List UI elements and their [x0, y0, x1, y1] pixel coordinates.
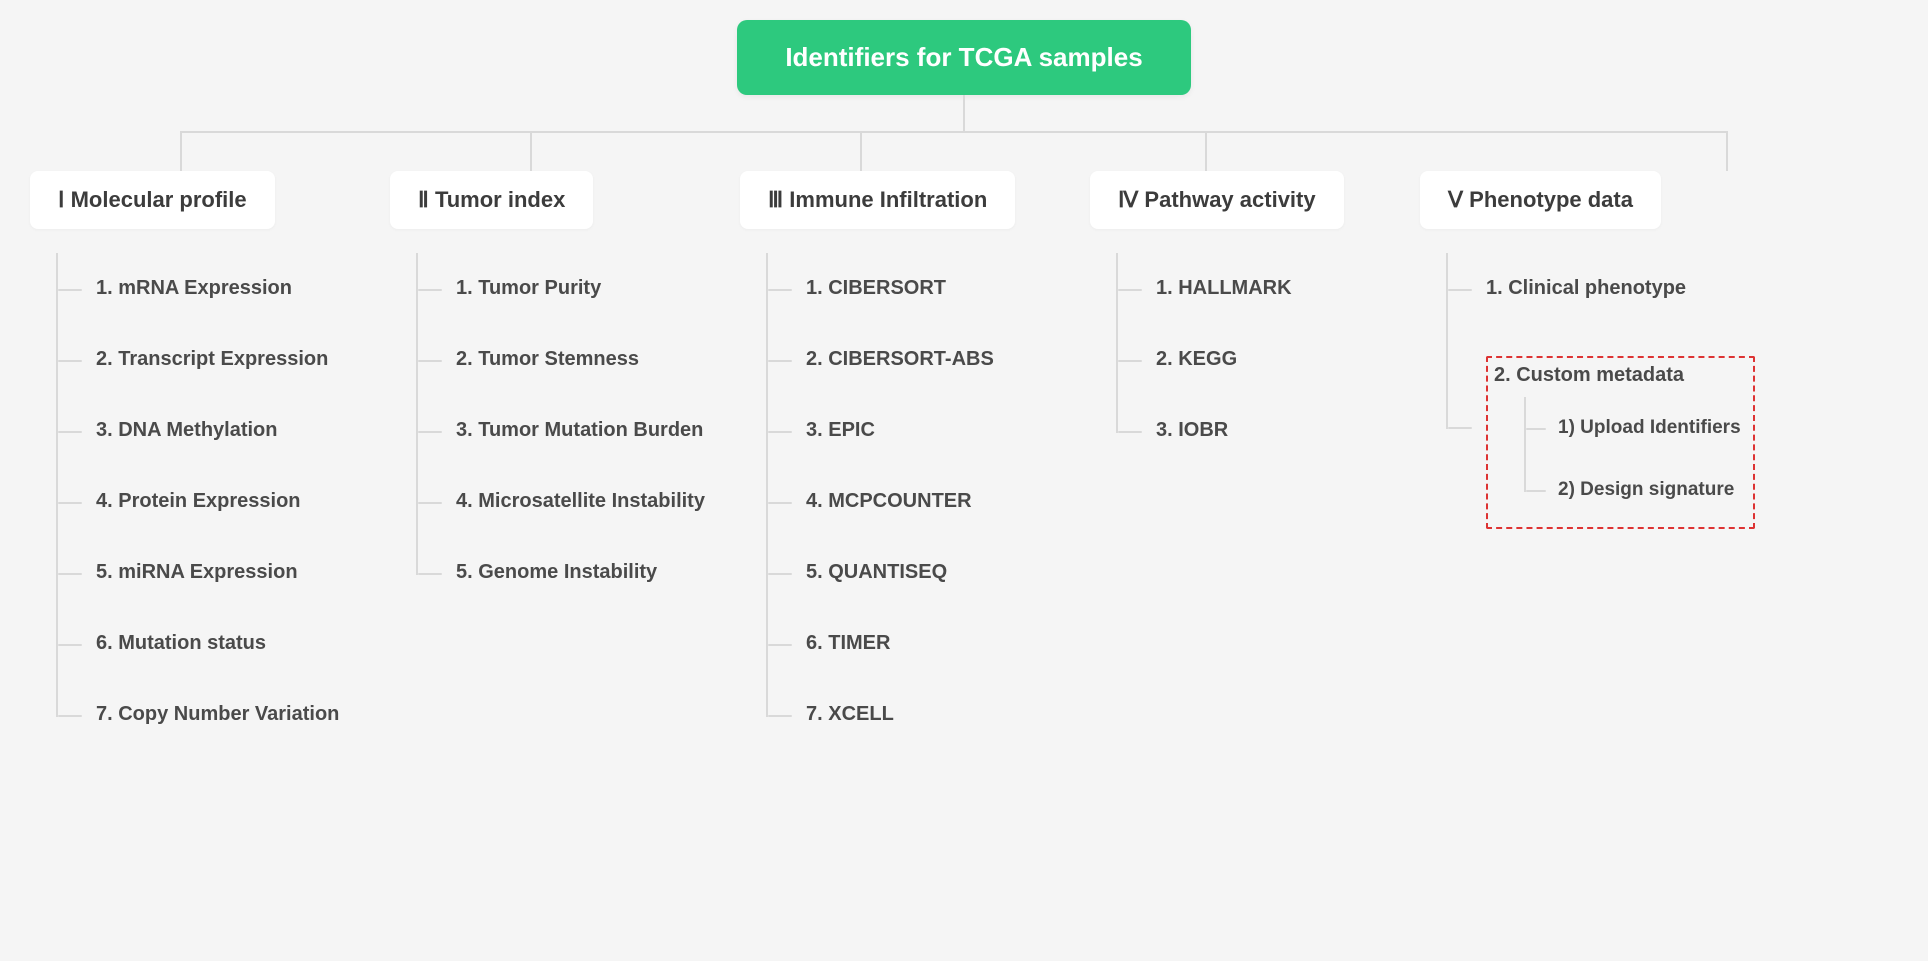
connector-drop [860, 131, 862, 171]
leaf-list: 1. Clinical phenotype 2. Custom metadata… [1446, 253, 1755, 529]
branch-immune-infiltration: Ⅲ Immune Infiltration 1. CIBERSORT 2. CI… [740, 171, 1060, 750]
branches-row: Ⅰ Molecular profile 1. mRNA Expression 2… [30, 171, 1898, 750]
leaf-item: 1. Tumor Purity [436, 253, 705, 324]
mindmap-root-wrap: Identifiers for TCGA samples Ⅰ Molecular… [30, 20, 1898, 750]
leaf-item: 4. Microsatellite Instability [436, 466, 705, 537]
category-node: Ⅲ Immune Infiltration [740, 171, 1015, 229]
branch-pathway-activity: Ⅳ Pathway activity 1. HALLMARK 2. KEGG 3… [1090, 171, 1390, 466]
leaf-item: 7. Copy Number Variation [76, 679, 339, 750]
leaf-item: 3. Tumor Mutation Burden [436, 395, 705, 466]
leaf-item: 4. Protein Expression [76, 466, 339, 537]
leaf-item: 6. TIMER [786, 608, 994, 679]
connector-drop [180, 131, 182, 171]
connector-horizontal [180, 131, 1728, 133]
leaf-item: 1. Clinical phenotype [1466, 253, 1755, 324]
highlight-box: 2. Custom metadata 1) Upload Identifiers… [1486, 356, 1755, 529]
connector-drop [1205, 131, 1207, 171]
leaf-item: 6. Mutation status [76, 608, 339, 679]
leaf-item: 5. QUANTISEQ [786, 537, 994, 608]
leaf-list: 1. CIBERSORT 2. CIBERSORT-ABS 3. EPIC 4.… [766, 253, 994, 750]
leaf-item: 2. Custom metadata [1494, 364, 1741, 387]
connector-horizontal-wrap [30, 131, 1898, 171]
sub-leaf-list: 1) Upload Identifiers 2) Design signatur… [1524, 397, 1741, 521]
category-node: Ⅰ Molecular profile [30, 171, 275, 229]
sub-leaf-item: 1) Upload Identifiers [1540, 397, 1741, 459]
leaf-item: 2. CIBERSORT-ABS [786, 324, 994, 395]
leaf-item: 3. DNA Methylation [76, 395, 339, 466]
category-node: Ⅴ Phenotype data [1420, 171, 1661, 229]
leaf-item: 7. XCELL [786, 679, 994, 750]
sub-leaf-item: 2) Design signature [1540, 459, 1741, 521]
connector-drop [1726, 131, 1728, 171]
leaf-item: 3. EPIC [786, 395, 994, 466]
branch-tumor-index: Ⅱ Tumor index 1. Tumor Purity 2. Tumor S… [390, 171, 710, 608]
leaf-item: 4. MCPCOUNTER [786, 466, 994, 537]
connector-drop [530, 131, 532, 171]
leaf-item: 2. Transcript Expression [76, 324, 339, 395]
category-node: Ⅳ Pathway activity [1090, 171, 1344, 229]
leaf-list: 1. mRNA Expression 2. Transcript Express… [56, 253, 339, 750]
category-node: Ⅱ Tumor index [390, 171, 593, 229]
branch-phenotype-data: Ⅴ Phenotype data 1. Clinical phenotype 2… [1420, 171, 1755, 529]
leaf-list: 1. HALLMARK 2. KEGG 3. IOBR [1116, 253, 1292, 466]
leaf-item: 1. mRNA Expression [76, 253, 339, 324]
branch-molecular-profile: Ⅰ Molecular profile 1. mRNA Expression 2… [30, 171, 360, 750]
leaf-item: 3. IOBR [1136, 395, 1292, 466]
leaf-item: 2. KEGG [1136, 324, 1292, 395]
leaf-item: 1. CIBERSORT [786, 253, 994, 324]
leaf-item: 5. miRNA Expression [76, 537, 339, 608]
leaf-list: 1. Tumor Purity 2. Tumor Stemness 3. Tum… [416, 253, 705, 608]
leaf-item: 2. Tumor Stemness [436, 324, 705, 395]
leaf-item-highlighted-wrap: 2. Custom metadata 1) Upload Identifiers… [1466, 324, 1755, 529]
root-node: Identifiers for TCGA samples [737, 20, 1190, 95]
leaf-item: 5. Genome Instability [436, 537, 705, 608]
connector-vertical [963, 95, 965, 131]
leaf-item: 1. HALLMARK [1136, 253, 1292, 324]
